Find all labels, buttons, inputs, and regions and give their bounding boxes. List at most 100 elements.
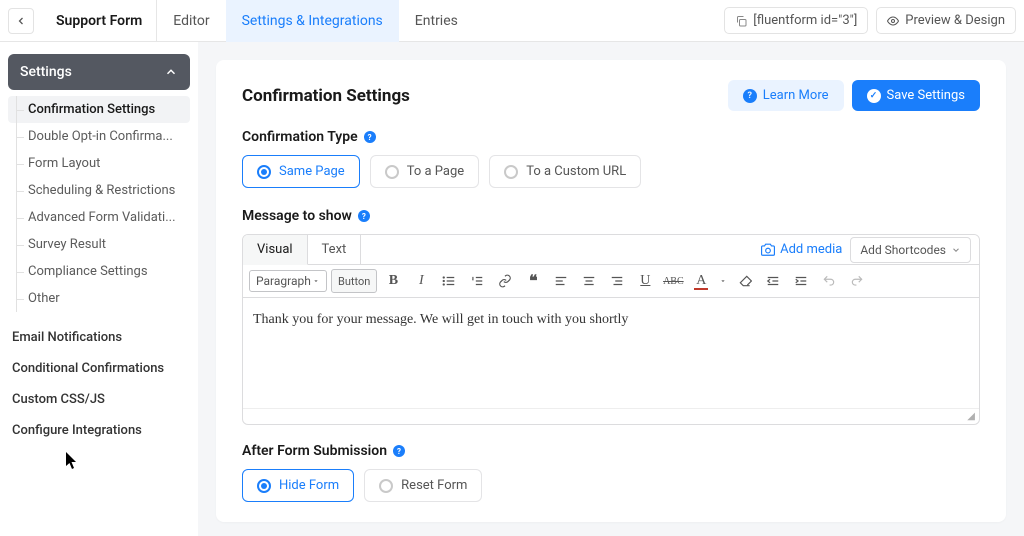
redo-icon — [850, 274, 864, 288]
caret-down-icon — [312, 277, 320, 285]
underline-button[interactable]: U — [633, 269, 657, 293]
italic-button[interactable]: I — [409, 269, 433, 293]
radio-same-page[interactable]: Same Page — [242, 155, 360, 188]
topbar: Support Form Editor Settings & Integrati… — [0, 0, 1024, 42]
sidebar-item-form-layout[interactable]: Form Layout — [8, 150, 190, 177]
undo-icon — [822, 274, 836, 288]
radio-hide-form[interactable]: Hide Form — [242, 469, 354, 502]
back-button[interactable] — [8, 8, 34, 34]
sidebar-item-scheduling[interactable]: Scheduling & Restrictions — [8, 177, 190, 204]
save-settings-label: Save Settings — [887, 88, 966, 103]
undo-button[interactable] — [817, 269, 841, 293]
tab-settings-integrations[interactable]: Settings & Integrations — [226, 0, 399, 42]
sidebar-item-configure-integrations[interactable]: Configure Integrations — [8, 415, 190, 446]
save-settings-button[interactable]: Save Settings — [852, 80, 981, 111]
tab-editor[interactable]: Editor — [157, 0, 225, 42]
radio-to-page-label: To a Page — [407, 164, 464, 179]
question-circle-icon — [743, 89, 757, 103]
sidebar-tree: Confirmation Settings Double Opt-in Conf… — [8, 96, 190, 312]
eraser-icon — [738, 274, 752, 288]
camera-icon — [761, 243, 775, 257]
preview-design-button[interactable]: Preview & Design — [876, 7, 1016, 34]
sidebar-item-confirmation-settings[interactable]: Confirmation Settings — [8, 96, 190, 123]
add-shortcodes-label: Add Shortcodes — [860, 243, 946, 257]
sidebar-item-conditional-confirmations[interactable]: Conditional Confirmations — [8, 353, 190, 384]
editor-toolbar: Paragraph Button B I ❝ — [243, 265, 979, 298]
insert-button[interactable]: Button — [331, 269, 377, 293]
align-center-button[interactable] — [577, 269, 601, 293]
format-select[interactable]: Paragraph — [249, 270, 327, 292]
sidebar-accordion-settings[interactable]: Settings — [8, 54, 190, 90]
sidebar-item-email-notifications[interactable]: Email Notifications — [8, 322, 190, 353]
indent-button[interactable] — [789, 269, 813, 293]
panel-actions: Learn More Save Settings — [728, 80, 980, 111]
align-left-button[interactable] — [549, 269, 573, 293]
resize-handle[interactable]: ◢ — [243, 408, 979, 424]
text-color-caret[interactable] — [717, 269, 729, 293]
sidebar-item-survey-result[interactable]: Survey Result — [8, 231, 190, 258]
chevron-left-icon — [15, 15, 27, 27]
align-left-icon — [554, 274, 568, 288]
radio-same-page-label: Same Page — [279, 164, 345, 179]
outdent-button[interactable] — [761, 269, 785, 293]
indent-icon — [794, 274, 808, 288]
sidebar-item-double-optin[interactable]: Double Opt-in Confirma... — [8, 123, 190, 150]
learn-more-button[interactable]: Learn More — [728, 80, 844, 111]
add-media-button[interactable]: Add media — [761, 242, 842, 257]
radio-reset-form[interactable]: Reset Form — [364, 469, 482, 502]
number-list-button[interactable] — [465, 269, 489, 293]
panel-title: Confirmation Settings — [242, 86, 410, 106]
shortcode-chip[interactable]: [fluentform id="3"] — [724, 7, 868, 34]
mouse-cursor — [66, 452, 77, 468]
sidebar-item-other[interactable]: Other — [8, 285, 190, 312]
copy-icon — [735, 15, 747, 27]
text-color-button[interactable]: A — [689, 269, 713, 293]
sidebar-item-advanced-validation[interactable]: Advanced Form Validati... — [8, 204, 190, 231]
topbar-tabs: Editor Settings & Integrations Entries — [157, 0, 474, 42]
layout: Settings Confirmation Settings Double Op… — [0, 42, 1024, 536]
radio-hide-form-label: Hide Form — [279, 478, 339, 493]
form-name: Support Form — [42, 0, 157, 42]
outdent-icon — [766, 274, 780, 288]
radio-icon — [504, 165, 518, 179]
redo-button[interactable] — [845, 269, 869, 293]
radio-icon — [257, 165, 271, 179]
message-to-show-label: Message to show — [242, 208, 370, 224]
editor-tab-visual[interactable]: Visual — [243, 235, 308, 265]
panel-head: Confirmation Settings Learn More Save Se… — [242, 80, 980, 111]
after-submission-text: After Form Submission — [242, 443, 387, 459]
list-ol-icon — [470, 274, 484, 288]
format-select-value: Paragraph — [256, 274, 311, 288]
rich-text-editor: Visual Text Add media Add Shortcodes — [242, 234, 980, 425]
bullet-list-button[interactable] — [437, 269, 461, 293]
align-right-button[interactable] — [605, 269, 629, 293]
sidebar-item-custom-css-js[interactable]: Custom CSS/JS — [8, 384, 190, 415]
main: Confirmation Settings Learn More Save Se… — [198, 42, 1024, 536]
link-button[interactable] — [493, 269, 517, 293]
radio-to-page[interactable]: To a Page — [370, 155, 479, 188]
info-icon[interactable] — [393, 445, 405, 457]
info-icon[interactable] — [364, 131, 376, 143]
editor-tabs-row: Visual Text Add media Add Shortcodes — [243, 235, 979, 265]
blockquote-button[interactable]: ❝ — [521, 269, 545, 293]
sidebar-accordion-label: Settings — [20, 64, 72, 80]
editor-toprow-right: Add media Add Shortcodes — [761, 237, 971, 263]
chevron-up-icon — [164, 65, 178, 79]
editor-content[interactable]: Thank you for your message. We will get … — [243, 298, 979, 408]
confirmation-type-label: Confirmation Type — [242, 129, 376, 145]
sidebar-item-compliance[interactable]: Compliance Settings — [8, 258, 190, 285]
preview-design-label: Preview & Design — [905, 13, 1005, 28]
after-submission-radios: Hide Form Reset Form — [242, 469, 980, 502]
radio-to-url-label: To a Custom URL — [526, 164, 626, 179]
tab-entries[interactable]: Entries — [399, 0, 474, 42]
after-submission-label: After Form Submission — [242, 443, 405, 459]
add-shortcodes-button[interactable]: Add Shortcodes — [850, 237, 971, 263]
editor-tab-text[interactable]: Text — [308, 235, 362, 264]
bold-button[interactable]: B — [381, 269, 405, 293]
sidebar: Settings Confirmation Settings Double Op… — [0, 42, 198, 536]
radio-to-url[interactable]: To a Custom URL — [489, 155, 641, 188]
strikethrough-button[interactable]: ABC — [661, 269, 685, 293]
clear-formatting-button[interactable] — [733, 269, 757, 293]
info-icon[interactable] — [358, 210, 370, 222]
learn-more-label: Learn More — [763, 88, 829, 103]
